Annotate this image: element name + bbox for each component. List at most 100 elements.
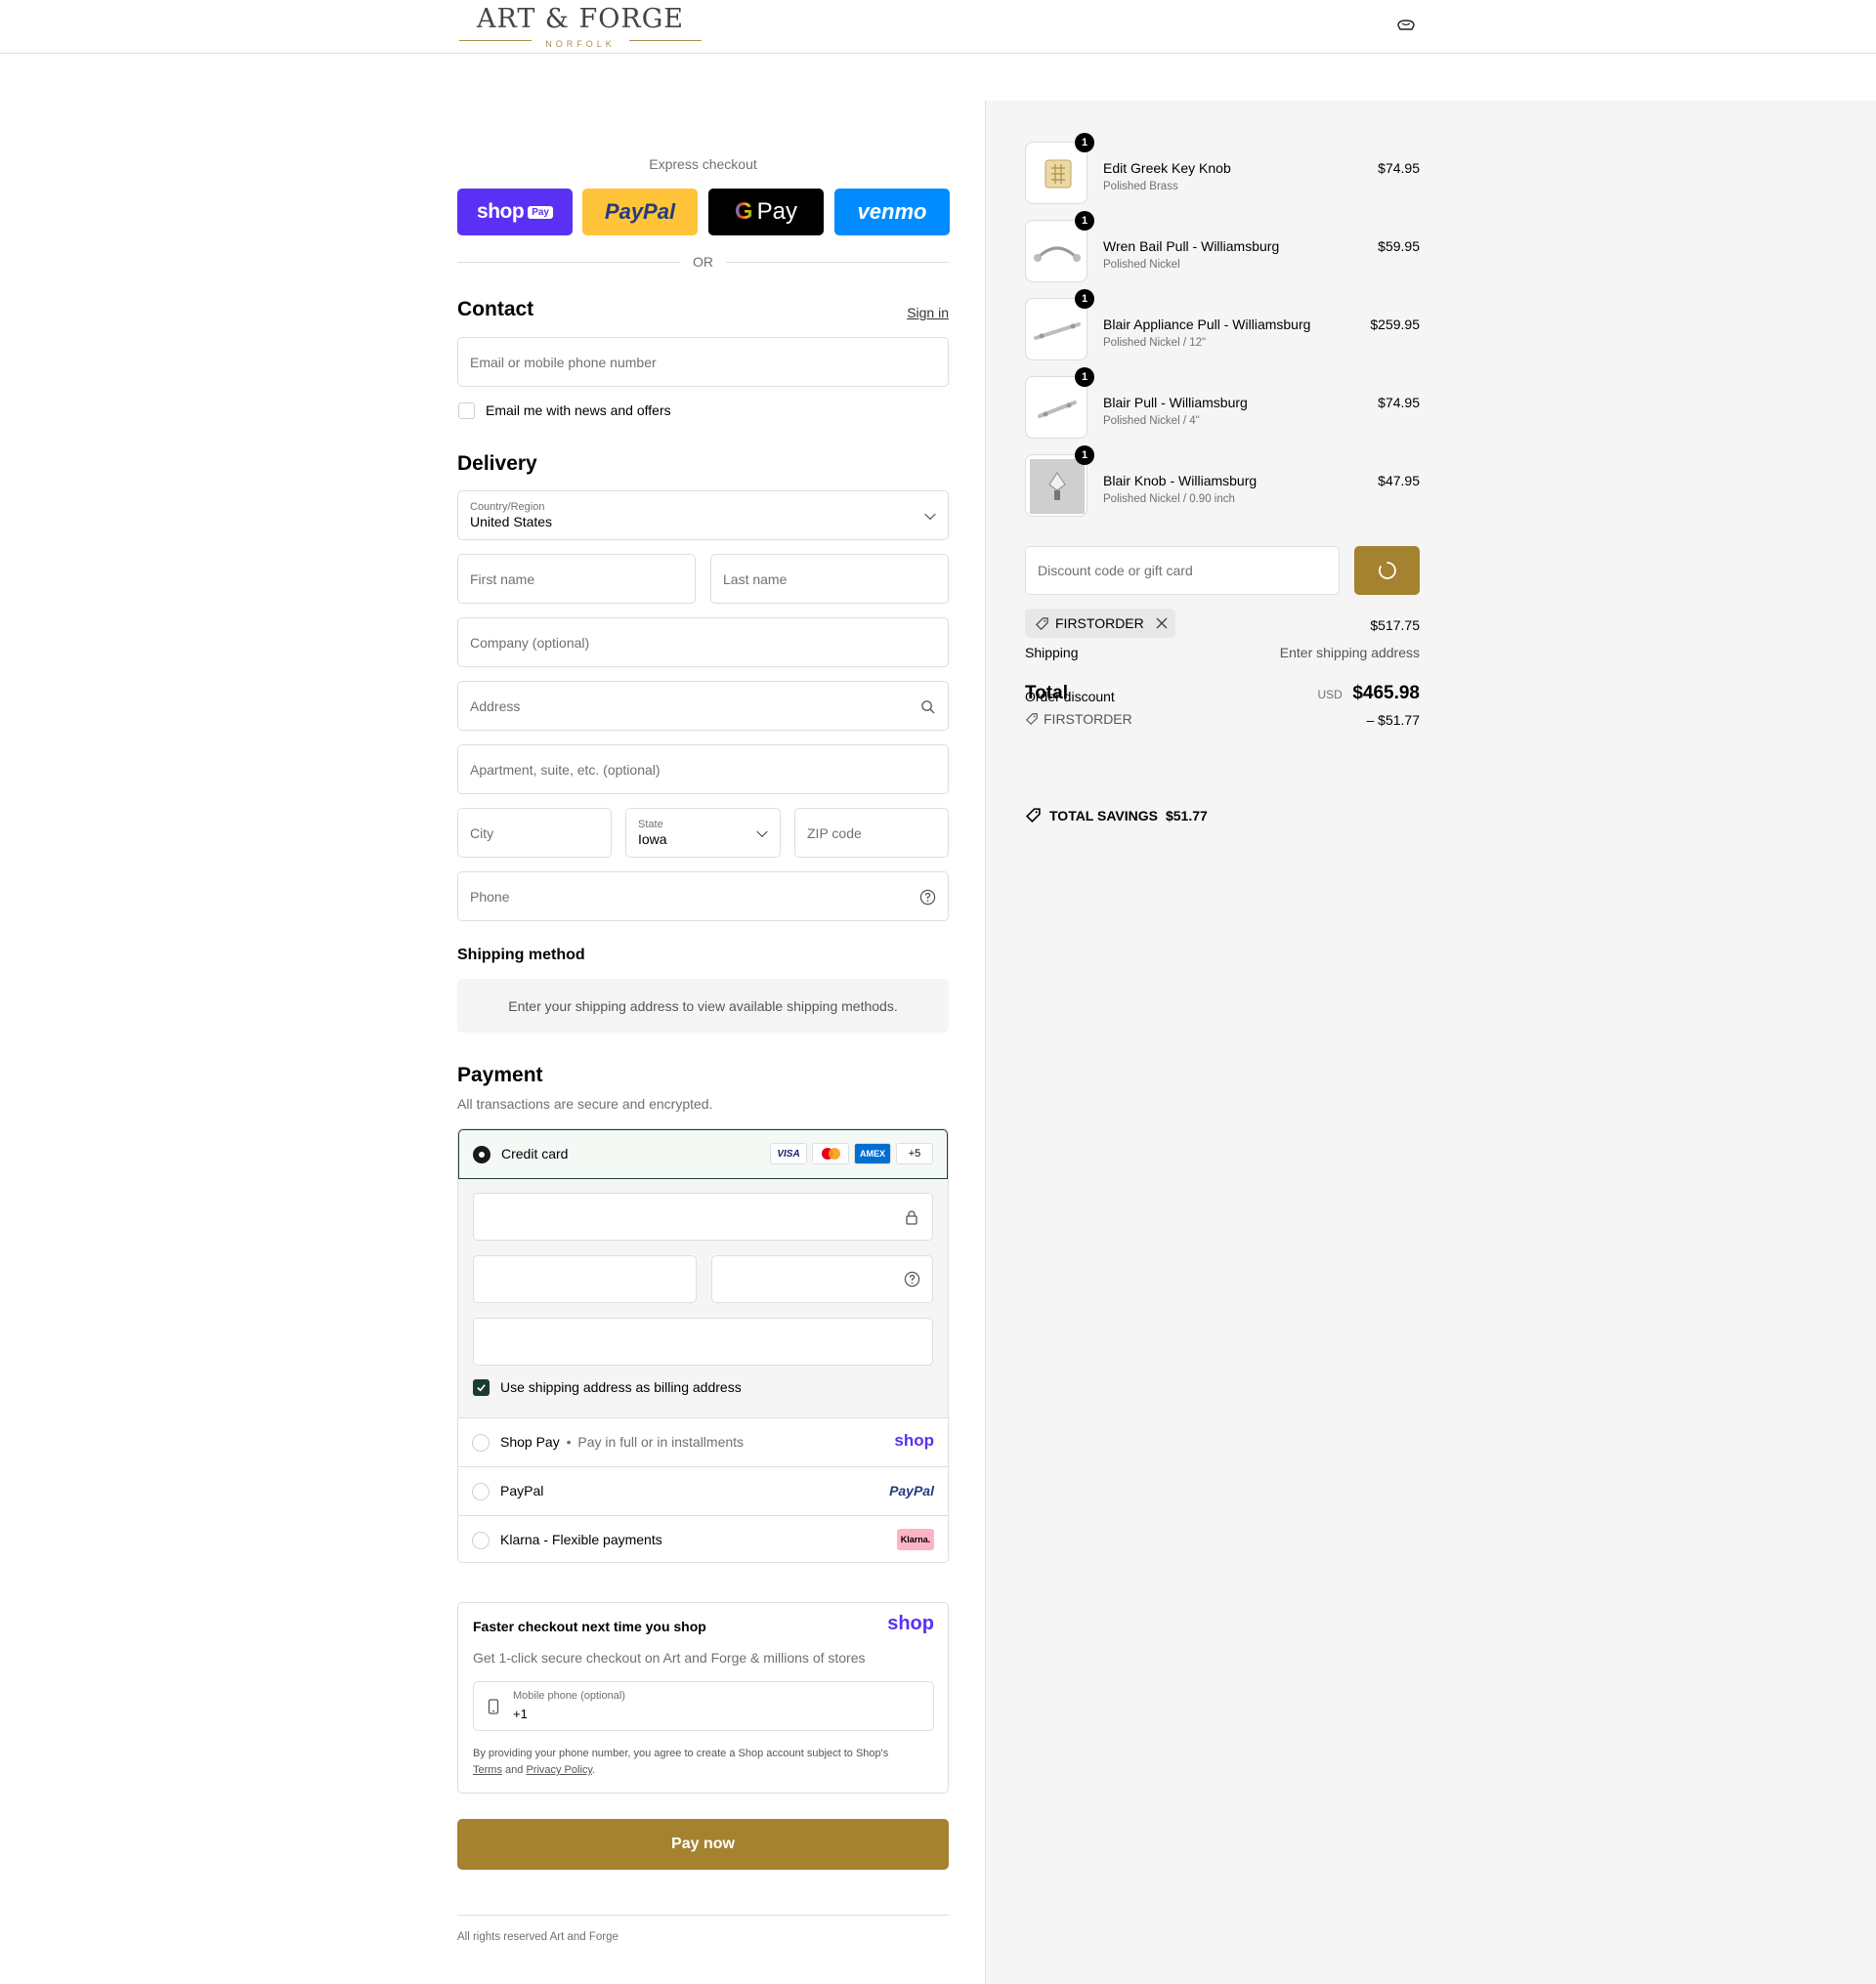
express-checkout-title: Express checkout [649, 156, 757, 172]
item-variant: Polished Brass [1103, 181, 1178, 192]
item-price: $259.95 [1370, 317, 1420, 332]
quantity-badge: 1 [1075, 133, 1094, 152]
chevron-down-icon [756, 825, 768, 837]
item-variant: Polished Nickel [1103, 259, 1180, 271]
address-field[interactable]: Address [457, 681, 949, 731]
discount-input[interactable]: Discount code or gift card [1025, 546, 1340, 595]
shop-pay-button[interactable]: shop Pay [457, 189, 573, 235]
first-name-field[interactable]: First name [457, 554, 696, 604]
item-price: $74.95 [1378, 160, 1420, 176]
tag-icon [1025, 713, 1038, 726]
klarna-option[interactable]: Klarna - Flexible payments Klarna. [458, 1515, 948, 1562]
checkmark-icon [477, 1384, 486, 1392]
payment-subtitle: All transactions are secure and encrypte… [457, 1096, 713, 1112]
last-name-field[interactable]: Last name [710, 554, 949, 604]
remove-icon[interactable] [1156, 617, 1168, 629]
site-header: ART & FORGE NORFOLK [0, 0, 1876, 54]
card-number-field[interactable] [473, 1193, 933, 1241]
item-variant: Polished Nickel / 0.90 inch [1103, 493, 1235, 505]
tag-icon [1025, 808, 1041, 823]
shop-promo: Faster checkout next time you shop shop … [457, 1602, 949, 1794]
zip-field[interactable]: ZIP code [794, 808, 949, 858]
paypal-option[interactable]: PayPal PayPal [458, 1466, 948, 1515]
phone-field[interactable]: Phone [457, 871, 949, 921]
city-field[interactable]: City [457, 808, 612, 858]
total-value: $465.98 [1352, 683, 1420, 703]
product-image [1030, 459, 1085, 514]
payment-title: Payment [457, 1064, 543, 1086]
savings-value: $51.77 [1165, 807, 1208, 823]
delivery-title: Delivery [457, 452, 537, 475]
paypal-radio[interactable] [472, 1483, 490, 1500]
country-select[interactable]: Country/Region United States [457, 490, 949, 540]
pay-now-button[interactable]: Pay now [457, 1819, 949, 1870]
product-thumbnail: 1 [1025, 445, 1094, 517]
paypal-logo: PayPal [889, 1483, 934, 1499]
shop-promo-desc: Get 1-click secure checkout on Art and F… [473, 1650, 866, 1666]
item-name: Blair Pull - Williamsburg [1103, 395, 1248, 410]
product-image [1045, 159, 1072, 189]
footer-text: All rights reserved Art and Forge [457, 1931, 618, 1943]
paypal-label: PayPal [500, 1483, 544, 1499]
applied-discount-tag[interactable]: FIRSTORDER [1025, 609, 1175, 638]
payment-methods: Credit card VISA AMEX +5 Use shipping ad… [457, 1128, 949, 1563]
expiry-field[interactable] [473, 1255, 697, 1303]
mobile-phone-field[interactable]: Mobile phone (optional) +1 [473, 1681, 934, 1731]
shipping-value: Enter shipping address [1279, 645, 1420, 660]
state-select[interactable]: State Iowa [625, 808, 781, 858]
shop-pay-radio[interactable] [472, 1434, 490, 1452]
credit-card-label: Credit card [501, 1146, 569, 1161]
email-field[interactable]: Email or mobile phone number [457, 337, 949, 387]
item-price: $47.95 [1378, 473, 1420, 488]
company-field[interactable]: Company (optional) [457, 617, 949, 667]
help-icon[interactable] [919, 889, 936, 906]
terms-link[interactable]: Terms [473, 1764, 502, 1776]
name-on-card-field[interactable] [473, 1318, 933, 1366]
total-label: Total [1025, 683, 1068, 703]
spinner-icon [1378, 562, 1396, 579]
sign-in-link[interactable]: Sign in [870, 305, 949, 320]
quantity-badge: 1 [1075, 445, 1094, 465]
cart-icon[interactable] [1396, 18, 1416, 33]
product-thumbnail: 1 [1025, 289, 1094, 360]
credit-card-radio[interactable] [473, 1146, 490, 1163]
google-pay-button[interactable]: G Pay [708, 189, 824, 235]
search-icon [921, 700, 935, 714]
product-image [1034, 246, 1081, 262]
klarna-logo: Klarna. [897, 1529, 934, 1550]
applied-code: FIRSTORDER [1055, 615, 1144, 631]
shop-pay-option[interactable]: Shop Pay • Pay in full or in installment… [458, 1417, 948, 1466]
apartment-field[interactable]: Apartment, suite, etc. (optional) [457, 744, 949, 794]
discount-row: FIRSTORDER [1025, 711, 1132, 727]
product-image [1034, 322, 1081, 340]
product-thumbnail: 1 [1025, 133, 1094, 204]
item-name: Blair Appliance Pull - Williamsburg [1103, 317, 1311, 332]
tag-icon [1036, 616, 1048, 630]
phone-icon [488, 1699, 499, 1714]
item-name: Wren Bail Pull - Williamsburg [1103, 238, 1280, 254]
brand-logo[interactable]: ART & FORGE NORFOLK [457, 6, 704, 49]
news-checkbox[interactable] [458, 402, 475, 419]
amex-icon: AMEX [854, 1143, 891, 1164]
help-icon[interactable] [904, 1271, 920, 1287]
product-thumbnail: 1 [1025, 367, 1094, 439]
chevron-down-icon [924, 508, 936, 520]
discount-code: FIRSTORDER [1044, 711, 1132, 727]
paypal-button[interactable]: PayPal [582, 189, 698, 235]
shop-pay-label: Shop Pay [500, 1434, 560, 1450]
item-variant: Polished Nickel / 4" [1103, 415, 1200, 427]
billing-same-checkbox[interactable] [473, 1379, 490, 1396]
item-price: $59.95 [1378, 238, 1420, 254]
quantity-badge: 1 [1075, 211, 1094, 231]
item-name: Blair Knob - Williamsburg [1103, 473, 1258, 488]
news-label: Email me with news and offers [486, 402, 671, 418]
cvv-field[interactable] [711, 1255, 933, 1303]
apply-discount-button[interactable] [1354, 546, 1420, 595]
item-variant: Polished Nickel / 12" [1103, 337, 1207, 349]
venmo-button[interactable]: venmo [834, 189, 950, 235]
privacy-link[interactable]: Privacy Policy [526, 1764, 592, 1776]
mastercard-icon [812, 1143, 849, 1164]
google-g-icon: G [734, 198, 753, 225]
klarna-radio[interactable] [472, 1532, 490, 1549]
shipping-method-title: Shipping method [457, 947, 585, 963]
